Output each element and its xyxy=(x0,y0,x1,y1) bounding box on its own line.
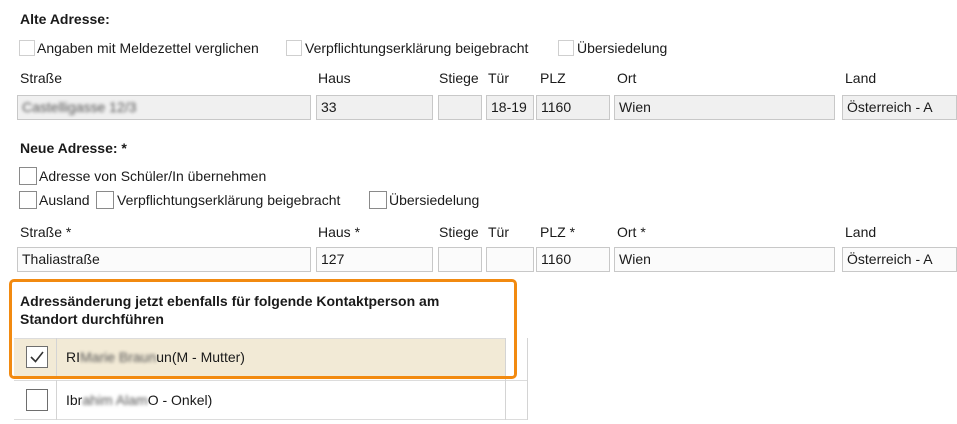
checkbox-uebersiedelung-new[interactable] xyxy=(369,191,387,209)
row-divider xyxy=(56,380,57,420)
label-ausland: Ausland xyxy=(39,192,90,208)
contact-name-redacted: ahim Alam xyxy=(82,392,148,408)
door-field-new[interactable] xyxy=(486,247,534,272)
checkbox-uebersiedelung-old[interactable] xyxy=(558,40,574,56)
contact-name-uncle: Ibrahim AlamO - Onkel) xyxy=(66,392,212,408)
contact-name-prefix: Ibr xyxy=(66,392,83,408)
label-city-old: Ort xyxy=(617,70,637,86)
label-street-old: Straße xyxy=(20,70,63,86)
label-uebersiedelung-new: Übersiedelung xyxy=(389,192,480,208)
checkbox-verpflichtung-new[interactable] xyxy=(96,191,114,209)
label-uebersiedelung-old: Übersiedelung xyxy=(577,40,668,56)
old-address-title: Alte Adresse: xyxy=(20,11,110,27)
checkbox-meldezettel[interactable] xyxy=(19,40,35,56)
street-field-old[interactable]: Castelligasse 12/3 xyxy=(17,95,311,120)
checkbox-take-over[interactable] xyxy=(19,167,37,185)
label-verpflichtung-old: Verpflichtungserklärung beigebracht xyxy=(305,40,529,56)
table-right-edge xyxy=(527,338,528,420)
label-country-old: Land xyxy=(845,70,877,86)
label-door-old: Tür xyxy=(488,70,509,86)
street-value-old: Castelligasse 12/3 xyxy=(22,99,137,115)
city-field-old[interactable]: Wien xyxy=(614,95,835,120)
label-country-new: Land xyxy=(845,224,877,240)
house-field-new[interactable]: 127 xyxy=(316,247,433,272)
label-house-old: Haus xyxy=(318,70,351,86)
street-field-new[interactable]: Thaliastraße xyxy=(17,247,311,272)
label-stair-old: Stiege xyxy=(439,70,479,86)
house-field-old[interactable]: 33 xyxy=(316,95,433,120)
zip-field-new[interactable]: 1160 xyxy=(536,247,610,272)
label-meldezettel: Angaben mit Meldezettel verglichen xyxy=(37,40,259,56)
city-field-new[interactable]: Wien xyxy=(614,247,835,272)
label-take-over: Adresse von Schüler/In übernehmen xyxy=(39,168,267,184)
label-verpflichtung-new: Verpflichtungserklärung beigebracht xyxy=(117,192,341,208)
stair-field-new[interactable] xyxy=(438,247,482,272)
label-zip-old: PLZ xyxy=(540,70,566,86)
contact-name-suffix: O - Onkel) xyxy=(147,392,213,408)
highlight-frame xyxy=(9,279,517,379)
label-door-new: Tür xyxy=(488,224,509,240)
new-address-title: Neue Adresse: * xyxy=(20,140,127,156)
checkbox-verpflichtung-old[interactable] xyxy=(286,40,302,56)
checkbox-contact-uncle[interactable] xyxy=(26,389,48,411)
label-house-new: Haus * xyxy=(318,224,361,240)
country-field-old[interactable]: Österreich - A xyxy=(842,95,957,120)
door-field-old[interactable]: 18-19 xyxy=(486,95,534,120)
label-street-new: Straße * xyxy=(20,224,72,240)
stair-field-old[interactable] xyxy=(438,95,482,120)
zip-field-old[interactable]: 1160 xyxy=(536,95,610,120)
label-zip-new: PLZ * xyxy=(540,224,576,240)
checkbox-ausland[interactable] xyxy=(19,191,37,209)
label-stair-new: Stiege xyxy=(439,224,479,240)
country-field-new[interactable]: Österreich - A xyxy=(842,247,957,272)
label-city-new: Ort * xyxy=(617,224,646,240)
